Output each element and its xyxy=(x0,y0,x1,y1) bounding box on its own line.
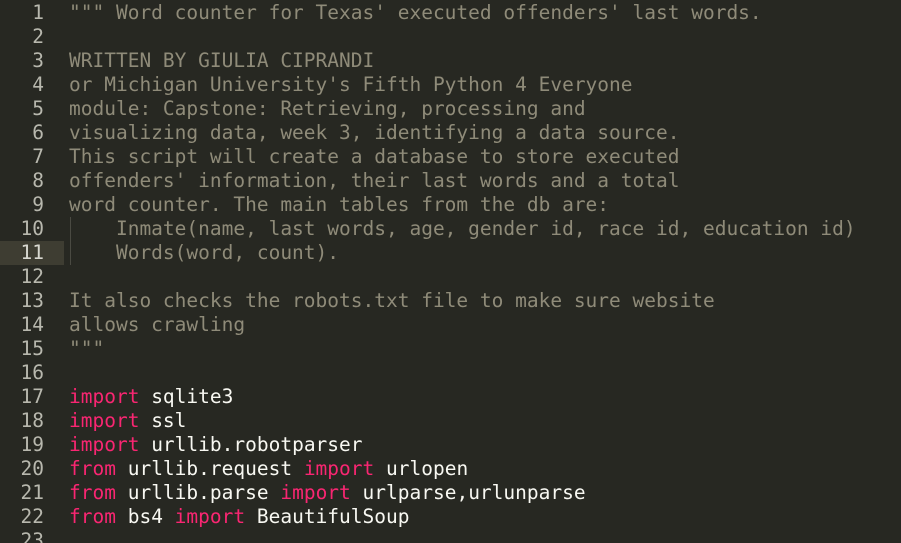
code-line[interactable]: 12 xyxy=(0,265,901,289)
keyword-token: import xyxy=(69,409,140,432)
line-number: 15 xyxy=(20,337,44,360)
line-text: This script will create a database to st… xyxy=(69,145,679,169)
keyword-token: import xyxy=(280,481,351,504)
line-text: Words(word, count). xyxy=(69,241,339,265)
docstring-token: Words(word, count). xyxy=(69,241,340,264)
line-text: """ Word counter for Texas' executed off… xyxy=(69,1,762,25)
code-line[interactable]: 11 Words(word, count). xyxy=(0,241,901,265)
keyword-token: from xyxy=(69,481,116,504)
docstring-token: It also checks the robots.txt file to ma… xyxy=(69,289,715,312)
line-text: import urllib.robotparser xyxy=(69,433,363,457)
line-text: import sqlite3 xyxy=(69,385,233,409)
line-text: It also checks the robots.txt file to ma… xyxy=(69,289,715,313)
keyword-token: from xyxy=(69,457,116,480)
keyword-token: import xyxy=(303,457,375,480)
line-number: 3 xyxy=(32,49,44,72)
line-text: visualizing data, week 3, identifying a … xyxy=(69,121,679,145)
indent-guide xyxy=(70,217,71,265)
code-line[interactable]: 10 Inmate(name, last words, age, gender … xyxy=(0,217,901,241)
code-line[interactable]: 2 xyxy=(0,25,901,49)
line-number: 11 xyxy=(20,241,44,264)
line-text: or Michigan University's Fifth Python 4 … xyxy=(69,73,633,97)
code-line[interactable]: 16 xyxy=(0,361,901,385)
code-line[interactable]: 5 module: Capstone: Retrieving, processin… xyxy=(0,97,901,121)
code-area[interactable]: 1 """ Word counter for Texas' executed of… xyxy=(0,0,901,543)
line-number: 22 xyxy=(20,505,44,528)
code-line[interactable]: 15 """ xyxy=(0,337,901,361)
identifier-token: sqlite3 xyxy=(139,385,234,408)
line-number: 1 xyxy=(32,1,44,24)
identifier-token: ssl xyxy=(139,409,187,432)
line-number: 6 xyxy=(32,121,44,144)
line-text: allows crawling xyxy=(69,313,245,337)
code-line[interactable]: 14 allows crawling xyxy=(0,313,901,337)
identifier-token: urlparse,urlunparse xyxy=(350,481,586,504)
line-number: 18 xyxy=(20,409,44,432)
code-line[interactable]: 19 import urllib.robotparser xyxy=(0,433,901,457)
keyword-token: from xyxy=(69,505,116,528)
line-text: word counter. The main tables from the d… xyxy=(69,193,609,217)
code-line[interactable]: 9 word counter. The main tables from the … xyxy=(0,193,901,217)
line-text: import ssl xyxy=(69,409,186,433)
line-number: 19 xyxy=(20,433,44,456)
line-text: module: Capstone: Retrieving, processing… xyxy=(69,97,586,121)
code-line[interactable]: 23 xyxy=(0,529,901,543)
docstring-token: WRITTEN BY GIULIA CIPRANDI xyxy=(69,49,375,72)
line-number: 17 xyxy=(20,385,44,408)
code-line[interactable]: 3 WRITTEN BY GIULIA CIPRANDI xyxy=(0,49,901,73)
line-text: from urllib.request import urlopen xyxy=(69,457,468,481)
code-editor[interactable]: 1 """ Word counter for Texas' executed of… xyxy=(0,0,901,543)
line-number: 13 xyxy=(20,289,44,312)
line-number: 2 xyxy=(32,25,44,48)
line-number: 7 xyxy=(32,145,44,168)
docstring-token: Inmate(name, last words, age, gender id,… xyxy=(69,217,856,240)
code-line[interactable]: 8 offenders' information, their last word… xyxy=(0,169,901,193)
docstring-token: module: Capstone: Retrieving, processing… xyxy=(69,97,586,120)
code-line[interactable]: 6 visualizing data, week 3, identifying a… xyxy=(0,121,901,145)
identifier-token: urlopen xyxy=(374,457,469,480)
code-line[interactable]: 17 import sqlite3 xyxy=(0,385,901,409)
line-number: 20 xyxy=(20,457,44,480)
code-line[interactable]: 22 from bs4 import BeautifulSoup xyxy=(0,505,901,529)
code-line[interactable]: 21 from urllib.parse import urlparse,urlu… xyxy=(0,481,901,505)
line-text: from bs4 import BeautifulSoup xyxy=(69,505,410,529)
line-number: 8 xyxy=(32,169,44,192)
identifier-token: bs4 xyxy=(115,505,175,528)
docstring-token: word counter. The main tables from the d… xyxy=(69,193,610,216)
docstring-token: """ xyxy=(69,337,105,360)
identifier-token: urllib.robotparser xyxy=(139,433,363,456)
line-number: 4 xyxy=(32,73,44,96)
line-number: 14 xyxy=(20,313,44,336)
line-number: 23 xyxy=(20,529,44,543)
line-text: """ xyxy=(69,337,104,361)
keyword-token: import xyxy=(69,385,140,408)
line-number: 5 xyxy=(32,97,44,120)
line-text: Inmate(name, last words, age, gender id,… xyxy=(69,217,856,241)
line-number: 10 xyxy=(20,217,44,240)
code-line[interactable]: 1 """ Word counter for Texas' executed of… xyxy=(0,1,901,25)
line-number: 9 xyxy=(32,193,44,216)
line-text: offenders' information, their last words… xyxy=(69,169,679,193)
docstring-token: visualizing data, week 3, identifying a … xyxy=(69,121,680,144)
identifier-token: urllib.request xyxy=(115,457,304,480)
line-number: 16 xyxy=(20,361,44,384)
line-number: 12 xyxy=(20,265,44,288)
keyword-token: import xyxy=(174,505,246,528)
docstring-token: or Michigan University's Fifth Python 4 … xyxy=(69,73,633,96)
line-number: 21 xyxy=(20,481,44,504)
code-line[interactable]: 18 import ssl xyxy=(0,409,901,433)
docstring-token: This script will create a database to st… xyxy=(69,145,680,168)
docstring-token: offenders' information, their last words… xyxy=(69,169,680,192)
code-line[interactable]: 4 or Michigan University's Fifth Python 4… xyxy=(0,73,901,97)
code-line[interactable]: 13 It also checks the robots.txt file to … xyxy=(0,289,901,313)
line-text: from urllib.parse import urlparse,urlunp… xyxy=(69,481,586,505)
identifier-token: urllib.parse xyxy=(115,481,281,504)
keyword-token: import xyxy=(69,433,140,456)
identifier-token: BeautifulSoup xyxy=(245,505,410,528)
code-line[interactable]: 20 from urllib.request import urlopen xyxy=(0,457,901,481)
code-line[interactable]: 7 This script will create a database to s… xyxy=(0,145,901,169)
docstring-token: allows crawling xyxy=(69,313,246,336)
line-text: WRITTEN BY GIULIA CIPRANDI xyxy=(69,49,374,73)
docstring-token: """ Word counter for Texas' executed off… xyxy=(69,1,762,24)
